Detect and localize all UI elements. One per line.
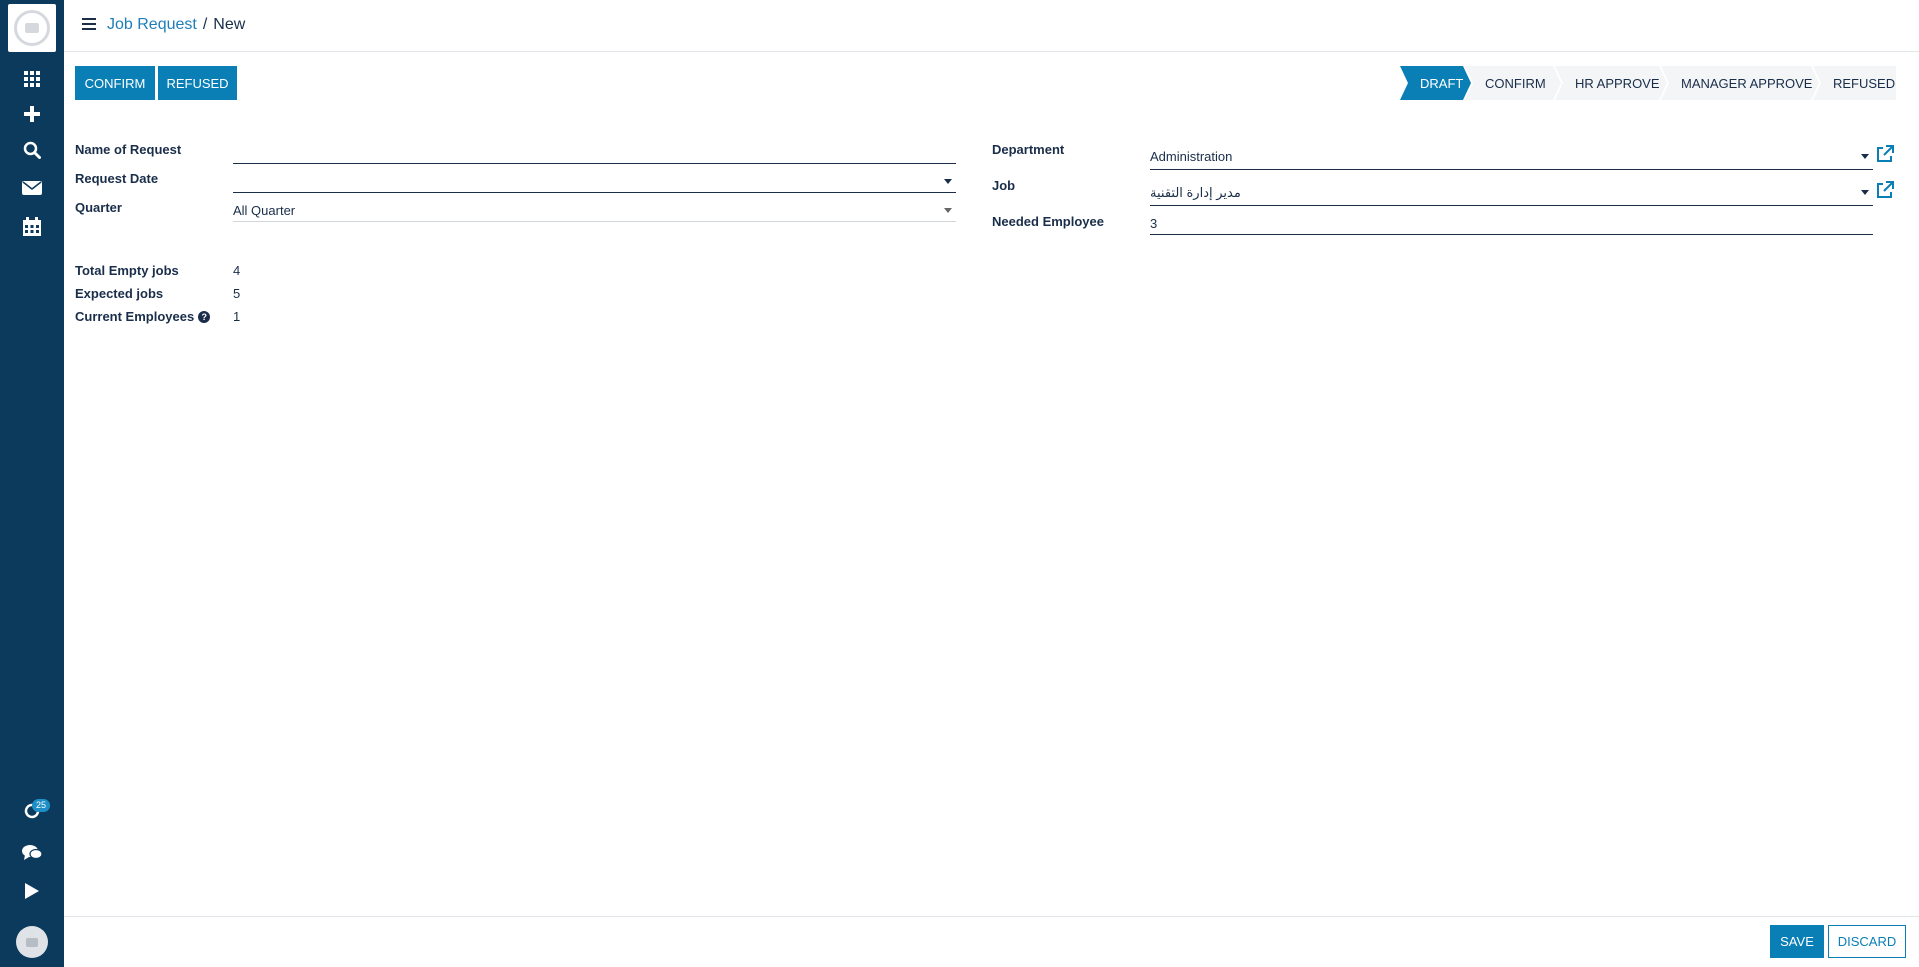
discard-button[interactable]: DISCARD: [1828, 925, 1906, 958]
activity-icon[interactable]: 25: [0, 793, 64, 829]
external-link-icon[interactable]: [1875, 144, 1895, 164]
sidebar: 25: [0, 0, 64, 967]
name-of-request-label: Name of Request: [75, 142, 182, 157]
name-of-request-input[interactable]: [233, 142, 956, 164]
job-select[interactable]: مدير إدارة التقنية: [1150, 182, 1873, 206]
chevron-down-icon[interactable]: [944, 179, 952, 184]
help-icon[interactable]: ?: [198, 311, 211, 323]
chevron-down-icon[interactable]: [1861, 190, 1869, 195]
quarter-label: Quarter: [75, 200, 122, 215]
external-link-icon[interactable]: [1875, 180, 1895, 200]
footer-bar: [64, 916, 1919, 967]
department-value: Administration: [1150, 149, 1233, 164]
job-label: Job: [992, 178, 1016, 193]
current-employees-label-wrap: Current Employees?: [75, 309, 211, 324]
activity-count-badge: 25: [32, 799, 51, 812]
chevron-down-icon[interactable]: [944, 208, 952, 213]
stage-manager-approve[interactable]: MANAGER APPROVE: [1661, 66, 1819, 100]
quarter-select[interactable]: All Quarter: [233, 200, 956, 222]
save-button[interactable]: SAVE: [1770, 925, 1824, 958]
user-avatar[interactable]: [16, 926, 48, 958]
chat-icon[interactable]: [0, 834, 64, 870]
status-bar: DRAFT CONFIRM HR APPROVE MANAGER APPROVE…: [1400, 66, 1896, 100]
current-employees-label: Current Employees: [75, 309, 195, 324]
stage-draft[interactable]: DRAFT: [1400, 66, 1471, 100]
quarter-value: All Quarter: [233, 203, 296, 218]
needed-employee-input[interactable]: 3: [1150, 213, 1873, 235]
breadcrumb: Job Request / New: [107, 16, 245, 34]
breadcrumb-separator: /: [202, 16, 208, 33]
calendar-icon[interactable]: [0, 208, 64, 244]
stage-refused[interactable]: REFUSED: [1813, 66, 1896, 100]
expected-jobs-value: 5: [233, 286, 241, 301]
play-icon[interactable]: [0, 873, 64, 909]
control-panel-header: Job Request / New: [64, 0, 1919, 52]
needed-employee-label: Needed Employee: [992, 214, 1104, 229]
expected-jobs-label: Expected jobs: [75, 286, 164, 301]
company-logo[interactable]: [8, 4, 56, 52]
apps-icon[interactable]: [0, 61, 64, 97]
menu-toggle-icon[interactable]: [82, 18, 96, 30]
total-empty-jobs-label: Total Empty jobs: [75, 263, 179, 278]
breadcrumb-job-request-link[interactable]: Job Request: [107, 16, 197, 33]
job-value: مدير إدارة التقنية: [1150, 185, 1241, 200]
logo-placeholder-icon: [14, 10, 50, 46]
stage-hr-approve[interactable]: HR APPROVE: [1555, 66, 1667, 100]
department-label: Department: [992, 142, 1065, 157]
refused-button[interactable]: REFUSED: [158, 66, 237, 100]
confirm-button[interactable]: CONFIRM: [75, 66, 155, 100]
department-select[interactable]: Administration: [1150, 146, 1873, 170]
stage-confirm[interactable]: CONFIRM: [1465, 66, 1561, 100]
breadcrumb-current: New: [213, 16, 246, 33]
total-empty-jobs-value: 4: [233, 263, 241, 278]
request-date-input[interactable]: [233, 171, 956, 193]
chevron-down-icon[interactable]: [1861, 154, 1869, 159]
needed-employee-value: 3: [1150, 216, 1158, 231]
current-employees-value: 1: [233, 309, 241, 324]
request-date-label: Request Date: [75, 171, 159, 186]
mail-icon[interactable]: [0, 170, 64, 206]
plus-icon[interactable]: [0, 96, 64, 132]
search-icon[interactable]: [0, 132, 64, 168]
